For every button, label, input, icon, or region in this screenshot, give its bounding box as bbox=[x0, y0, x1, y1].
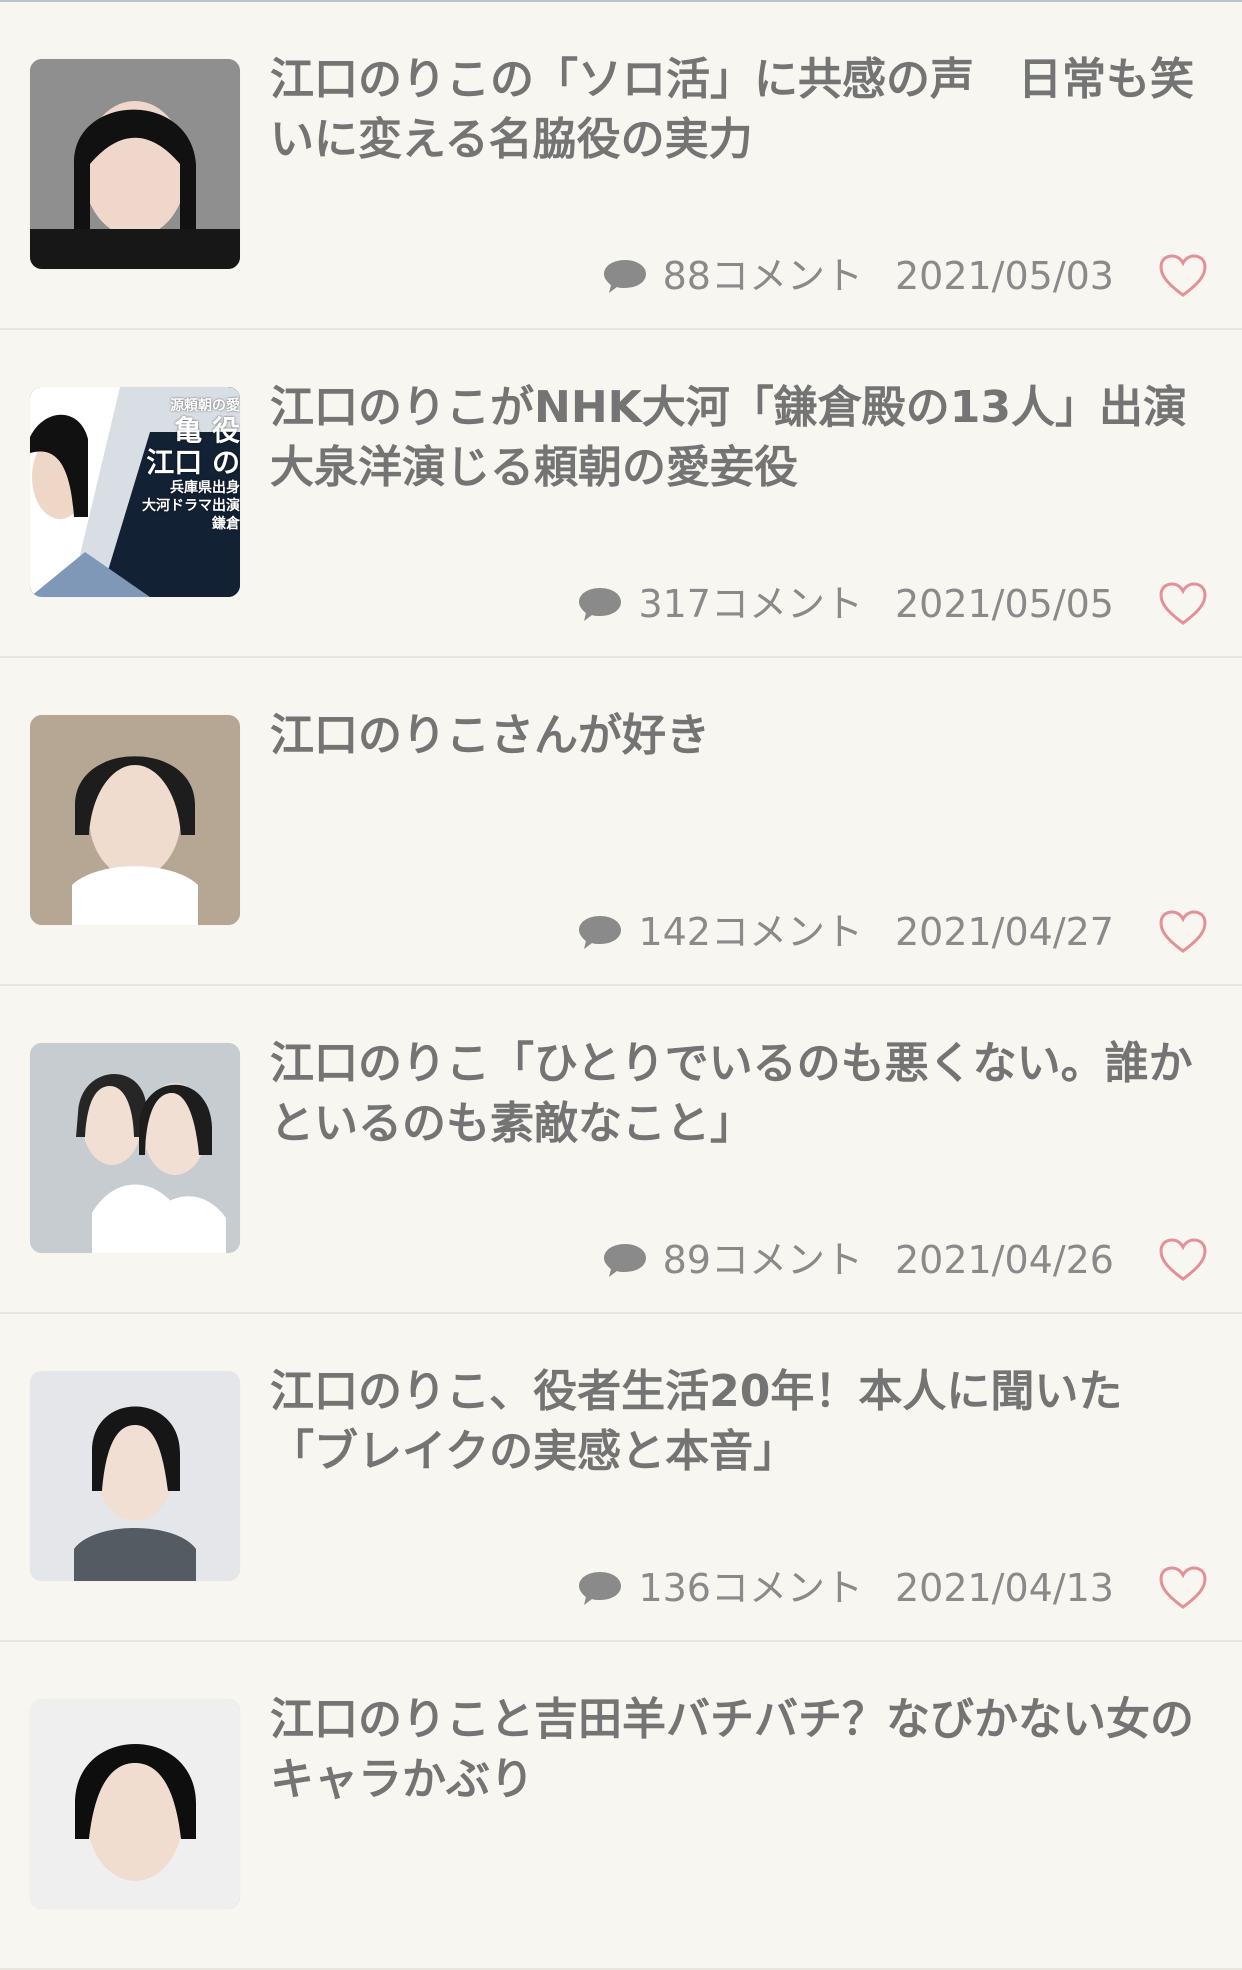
banner-line-6: 鎌倉 bbox=[212, 516, 240, 532]
banner-line-1: 源頼朝の愛 bbox=[170, 398, 240, 414]
portrait-image bbox=[30, 59, 240, 269]
article-item[interactable]: 江口のりこ「ひとりでいるのも悪くない。誰かといるのも素敵なこと」 89コメント … bbox=[0, 986, 1242, 1314]
article-thumbnail[interactable] bbox=[30, 1699, 240, 1909]
heart-icon bbox=[1159, 582, 1207, 625]
comment-count[interactable]: 317コメント bbox=[638, 580, 863, 628]
banner-line-4: 兵庫県出身 bbox=[170, 480, 240, 496]
comment-count[interactable]: 89コメント bbox=[663, 1236, 863, 1284]
banner-caption: 源頼朝の愛 亀 役 江口 の 兵庫県出身 大河ドラマ出演 鎌倉 bbox=[130, 397, 240, 533]
article-meta: 89コメント 2021/04/26 bbox=[601, 1236, 1114, 1284]
favorite-button[interactable] bbox=[1158, 1236, 1208, 1286]
favorite-button[interactable] bbox=[1158, 580, 1208, 630]
article-date: 2021/04/13 bbox=[894, 1566, 1114, 1610]
article-item[interactable]: 江口のりこさんが好き 142コメント 2021/04/27 bbox=[0, 658, 1242, 986]
article-thumbnail[interactable] bbox=[30, 59, 240, 269]
banner-line-5: 大河ドラマ出演 bbox=[142, 498, 240, 514]
article-item[interactable]: 江口のりこと吉田羊バチバチ？なびかない女のキャラかぶり bbox=[0, 1642, 1242, 1970]
article-meta: 136コメント 2021/04/13 bbox=[576, 1564, 1114, 1612]
heart-icon bbox=[1159, 1238, 1207, 1281]
article-date: 2021/04/26 bbox=[894, 1238, 1114, 1282]
article-thumbnail[interactable]: 源頼朝の愛 亀 役 江口 の 兵庫県出身 大河ドラマ出演 鎌倉 bbox=[30, 387, 240, 597]
article-item[interactable]: 江口のりこ、役者生活20年！本人に聞いた「ブレイクの実感と本音」 136コメント… bbox=[0, 1314, 1242, 1642]
comment-icon bbox=[603, 260, 646, 293]
double-portrait-image bbox=[30, 1043, 240, 1253]
article-meta: 317コメント 2021/05/05 bbox=[576, 580, 1114, 628]
article-item[interactable]: 源頼朝の愛 亀 役 江口 の 兵庫県出身 大河ドラマ出演 鎌倉 江口のりこがNH… bbox=[0, 330, 1242, 658]
portrait-image bbox=[30, 715, 240, 925]
comment-icon bbox=[603, 1244, 646, 1277]
heart-icon bbox=[1159, 254, 1207, 297]
comment-icon bbox=[579, 1572, 622, 1605]
article-list: 江口のりこの「ソロ活」に共感の声 日常も笑いに変える名脇役の実力 88コメント … bbox=[0, 2, 1242, 1970]
article-thumbnail[interactable] bbox=[30, 1043, 240, 1253]
article-title[interactable]: 江口のりこがNHK大河「鎌倉殿の13人」出演 大泉洋演じる頼朝の愛妾役 bbox=[270, 378, 1231, 498]
comment-count[interactable]: 142コメント bbox=[638, 908, 863, 956]
heart-icon bbox=[1159, 1566, 1207, 1609]
article-title[interactable]: 江口のりこの「ソロ活」に共感の声 日常も笑いに変える名脇役の実力 bbox=[270, 50, 1210, 170]
comment-icon bbox=[579, 588, 622, 621]
article-title[interactable]: 江口のりこ、役者生活20年！本人に聞いた「ブレイクの実感と本音」 bbox=[270, 1362, 1210, 1482]
article-date: 2021/05/03 bbox=[894, 254, 1114, 298]
banner-line-3: 江口 の bbox=[146, 446, 240, 479]
article-meta: 88コメント 2021/05/03 bbox=[601, 252, 1114, 300]
article-title[interactable]: 江口のりこさんが好き bbox=[270, 706, 1210, 766]
article-item[interactable]: 江口のりこの「ソロ活」に共感の声 日常も笑いに変える名脇役の実力 88コメント … bbox=[0, 2, 1242, 330]
favorite-button[interactable] bbox=[1158, 908, 1208, 958]
article-thumbnail[interactable] bbox=[30, 715, 240, 925]
comment-icon bbox=[579, 916, 622, 949]
article-date: 2021/05/05 bbox=[894, 582, 1114, 626]
comment-count[interactable]: 136コメント bbox=[638, 1564, 863, 1612]
banner-line-2: 亀 役 bbox=[174, 414, 240, 447]
article-title[interactable]: 江口のりこと吉田羊バチバチ？なびかない女のキャラかぶり bbox=[270, 1690, 1210, 1810]
article-thumbnail[interactable] bbox=[30, 1371, 240, 1581]
article-meta: 142コメント 2021/04/27 bbox=[576, 908, 1114, 956]
favorite-button[interactable] bbox=[1158, 1564, 1208, 1614]
favorite-button[interactable] bbox=[1158, 252, 1208, 302]
heart-icon bbox=[1159, 910, 1207, 953]
comment-count[interactable]: 88コメント bbox=[663, 252, 863, 300]
article-title[interactable]: 江口のりこ「ひとりでいるのも悪くない。誰かといるのも素敵なこと」 bbox=[270, 1034, 1210, 1154]
article-date: 2021/04/27 bbox=[894, 910, 1114, 954]
portrait-image bbox=[30, 1371, 240, 1581]
portrait-image bbox=[30, 1699, 240, 1909]
